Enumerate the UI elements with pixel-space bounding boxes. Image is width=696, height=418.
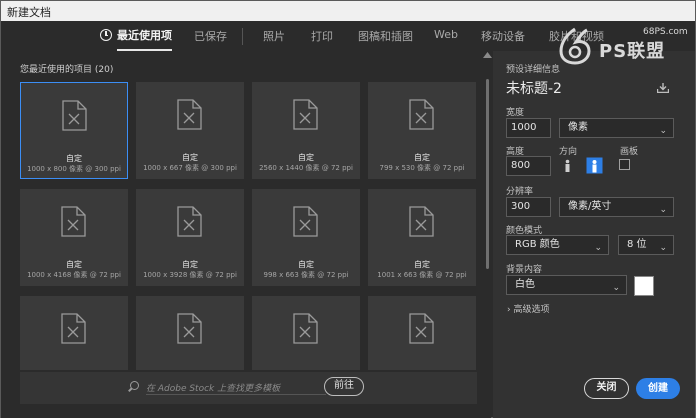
resolution-label: 分辨率 xyxy=(506,187,534,197)
tab-art-illustration[interactable]: 图稿和插图 xyxy=(358,28,413,44)
document-icon xyxy=(177,99,202,130)
document-icon xyxy=(409,99,434,130)
document-icon xyxy=(409,313,434,344)
tab-mobile[interactable]: 移动设备 xyxy=(481,28,525,44)
chevron-down-icon: ⌄ xyxy=(594,243,602,253)
recent-card[interactable]: 自定 1000 x 3928 像素 @ 72 ppi xyxy=(136,189,244,286)
card-meta: 1000 x 667 像素 @ 300 ppi xyxy=(143,164,237,172)
color-mode-select[interactable]: RGB 颜色 ⌄ xyxy=(506,235,609,255)
color-mode-value: RGB 颜色 xyxy=(515,239,560,250)
document-icon xyxy=(177,313,202,344)
resolution-unit-select[interactable]: 像素/英寸 ⌄ xyxy=(559,197,674,217)
document-icon xyxy=(62,100,87,131)
card-meta: 998 x 663 像素 @ 72 ppi xyxy=(263,271,349,279)
width-unit-select[interactable]: 像素 ⌄ xyxy=(559,118,674,138)
adobe-stock-search-bar: 在 Adobe Stock 上查找更多模板 前往 xyxy=(20,372,477,404)
document-icon xyxy=(177,206,202,237)
document-icon xyxy=(409,206,434,237)
chevron-down-icon: ⌄ xyxy=(659,126,667,136)
artboard-label: 画板 xyxy=(620,147,639,157)
nav-divider xyxy=(242,28,243,45)
title-bar: 新建文档 xyxy=(1,1,695,21)
document-icon xyxy=(61,313,86,344)
watermark-url: 68PS.com xyxy=(643,27,688,37)
card-meta: 1000 x 800 像素 @ 300 ppi xyxy=(27,165,121,173)
card-name: 自定 xyxy=(66,260,82,269)
orientation-label: 方向 xyxy=(559,147,578,157)
card-meta: 1001 x 663 像素 @ 72 ppi xyxy=(377,271,467,279)
close-button[interactable]: 关闭 xyxy=(584,378,629,399)
chevron-down-icon: ⌄ xyxy=(659,205,667,215)
recent-card[interactable] xyxy=(252,296,360,370)
card-name: 自定 xyxy=(182,260,198,269)
background-color-swatch[interactable] xyxy=(634,276,654,296)
document-icon xyxy=(61,206,86,237)
card-name: 自定 xyxy=(414,153,430,162)
save-preset-icon[interactable] xyxy=(657,83,669,93)
recent-card[interactable]: 自定 998 x 663 像素 @ 72 ppi xyxy=(252,189,360,286)
scrollbar-thumb[interactable] xyxy=(486,79,489,269)
landscape-orientation-icon[interactable] xyxy=(586,157,603,174)
width-unit-value: 像素 xyxy=(568,122,588,133)
document-icon xyxy=(293,99,318,130)
background-value: 白色 xyxy=(515,279,535,290)
resolution-unit-value: 像素/英寸 xyxy=(568,201,612,212)
recent-card[interactable]: 自定 1000 x 4168 像素 @ 72 ppi xyxy=(20,189,128,286)
portrait-orientation-icon[interactable] xyxy=(559,157,576,174)
card-name: 自定 xyxy=(66,154,82,163)
preset-details-panel: 预设详细信息 未标题-2 宽度 1000 像素 ⌄ 高度 方向 画板 800 分… xyxy=(493,51,695,418)
card-name: 自定 xyxy=(414,260,430,269)
tab-web[interactable]: Web xyxy=(434,28,458,41)
preset-details-label: 预设详细信息 xyxy=(506,65,561,75)
chevron-down-icon: ⌄ xyxy=(612,283,620,293)
recent-card[interactable]: 自定 1001 x 663 像素 @ 72 ppi xyxy=(368,189,476,286)
card-name: 自定 xyxy=(298,153,314,162)
recent-card[interactable]: 自定 799 x 530 像素 @ 72 ppi xyxy=(368,82,476,179)
card-meta: 799 x 530 像素 @ 72 ppi xyxy=(379,164,465,172)
recent-card[interactable]: 自定 2560 x 1440 像素 @ 72 ppi xyxy=(252,82,360,179)
recent-items-label: 您最近使用的项目 (20) xyxy=(20,65,114,75)
width-label: 宽度 xyxy=(506,108,525,118)
document-name-field[interactable]: 未标题-2 xyxy=(506,78,562,98)
card-meta: 1000 x 3928 像素 @ 72 ppi xyxy=(143,271,237,279)
background-select[interactable]: 白色 ⌄ xyxy=(506,275,627,295)
recent-pane: 您最近使用的项目 (20) 自定 1000 x 800 像素 @ 300 ppi… xyxy=(1,51,492,418)
recent-card[interactable] xyxy=(368,296,476,370)
recent-card[interactable]: 自定 1000 x 667 像素 @ 300 ppi xyxy=(136,82,244,179)
recent-card[interactable]: 自定 1000 x 800 像素 @ 300 ppi xyxy=(20,82,128,179)
card-meta: 2560 x 1440 像素 @ 72 ppi xyxy=(259,164,353,172)
height-input[interactable]: 800 xyxy=(506,156,551,176)
tab-photo[interactable]: 照片 xyxy=(263,28,285,44)
resolution-input[interactable]: 300 xyxy=(506,197,551,217)
stock-search-input[interactable]: 在 Adobe Stock 上查找更多模板 xyxy=(146,381,326,395)
bit-depth-value: 8 位 xyxy=(627,239,647,250)
card-meta: 1000 x 4168 像素 @ 72 ppi xyxy=(27,271,121,279)
chevron-down-icon: ⌄ xyxy=(659,243,667,253)
document-icon xyxy=(293,206,318,237)
document-icon xyxy=(293,313,318,344)
scroll-up-arrow-icon[interactable] xyxy=(483,52,492,58)
ps-logo-icon xyxy=(559,27,591,65)
width-input[interactable]: 1000 xyxy=(506,118,551,138)
tab-recent[interactable]: 最近使用项 xyxy=(117,27,172,51)
background-label: 背景内容 xyxy=(506,265,543,275)
create-button[interactable]: 创建 xyxy=(636,378,680,399)
watermark-brand: PS联盟 xyxy=(599,41,666,62)
new-document-dialog: 新建文档 最近使用项 已保存 照片 打印 图稿和插图 Web 移动设备 胶片和视… xyxy=(0,0,696,418)
advanced-options-label: 高级选项 xyxy=(513,305,550,315)
tab-saved[interactable]: 已保存 xyxy=(194,28,227,44)
search-icon xyxy=(130,381,139,390)
clock-icon xyxy=(100,29,112,41)
bit-depth-select[interactable]: 8 位 ⌄ xyxy=(618,235,674,255)
chevron-right-icon: › xyxy=(507,305,511,315)
advanced-options-toggle[interactable]: › 高级选项 xyxy=(507,302,550,315)
window-title: 新建文档 xyxy=(7,6,51,19)
card-name: 自定 xyxy=(298,260,314,269)
artboard-checkbox[interactable] xyxy=(619,159,630,170)
recent-card[interactable] xyxy=(20,296,128,370)
recent-card[interactable] xyxy=(136,296,244,370)
card-name: 自定 xyxy=(182,153,198,162)
tab-print[interactable]: 打印 xyxy=(311,28,333,44)
go-button[interactable]: 前往 xyxy=(324,377,364,396)
